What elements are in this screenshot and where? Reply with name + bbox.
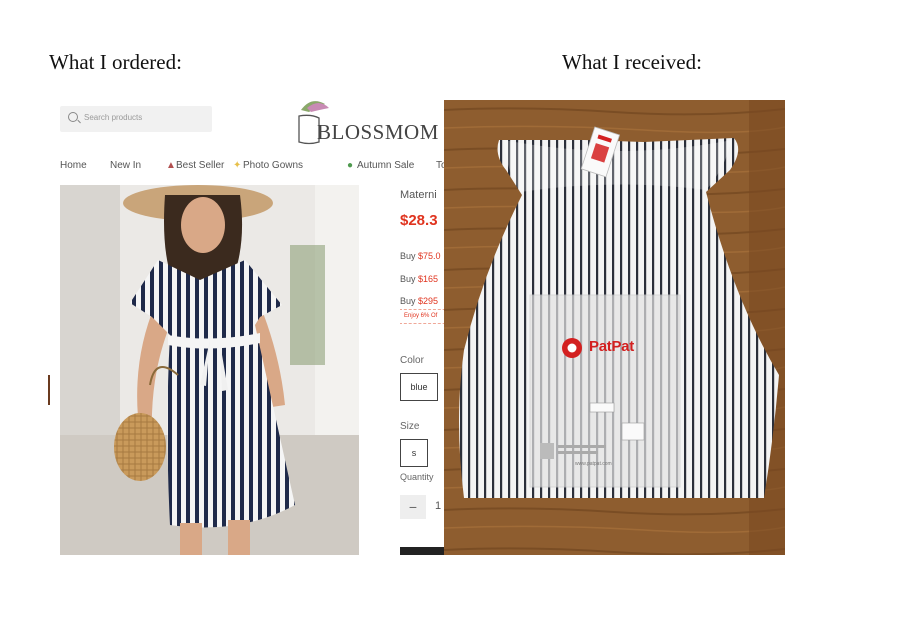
leaf-icon: ● bbox=[347, 160, 354, 171]
nav-autumn-sale[interactable]: Autumn Sale bbox=[357, 160, 414, 171]
search-icon bbox=[68, 112, 78, 122]
nav-photo-gowns[interactable]: Photo Gowns bbox=[243, 160, 303, 171]
store-screenshot: Search products BLOSSMOM Home New In ▲ B… bbox=[49, 100, 445, 560]
product-title: Materni bbox=[400, 189, 437, 201]
nav-home[interactable]: Home bbox=[60, 160, 87, 171]
add-to-cart-button[interactable] bbox=[400, 547, 445, 555]
color-label: Color bbox=[400, 355, 424, 366]
brand-logo-text: BLOSSMOM bbox=[317, 120, 439, 144]
search-input[interactable]: Search products bbox=[60, 106, 212, 132]
spark-icon: ✦ bbox=[233, 160, 242, 171]
edge-mark bbox=[48, 375, 50, 405]
flame-icon: ▲ bbox=[166, 160, 176, 171]
bag-brand-label: PatPat bbox=[589, 338, 634, 355]
ordered-heading: What I ordered: bbox=[49, 50, 182, 74]
search-placeholder: Search products bbox=[84, 113, 143, 122]
product-price: $28.3 bbox=[400, 212, 438, 229]
tier-price-2: Buy $165 bbox=[400, 274, 439, 284]
product-info: Materni $28.3 Buy $75.0 Buy $165 Buy $29… bbox=[400, 185, 445, 555]
nav-new-in[interactable]: New In bbox=[110, 160, 141, 171]
nav-best-seller[interactable]: Best Seller bbox=[176, 160, 224, 171]
tier-price-3: Buy $295 bbox=[400, 296, 439, 306]
bag-url-label: www.patpat.com bbox=[575, 461, 612, 467]
quantity-minus-button[interactable]: − bbox=[400, 495, 426, 519]
discount-banner: Enjoy 6% Of bbox=[400, 309, 445, 324]
color-option-blue[interactable]: blue bbox=[400, 373, 438, 401]
tier-price-1: Buy $75.0 bbox=[400, 251, 441, 261]
quantity-value[interactable]: 1 bbox=[435, 500, 441, 512]
received-heading: What I received: bbox=[562, 50, 702, 74]
received-photo bbox=[444, 100, 785, 555]
quantity-label: Quantity bbox=[400, 472, 434, 482]
product-photo bbox=[60, 185, 359, 555]
size-option-s[interactable]: s bbox=[400, 439, 428, 467]
size-label: Size bbox=[400, 421, 420, 432]
